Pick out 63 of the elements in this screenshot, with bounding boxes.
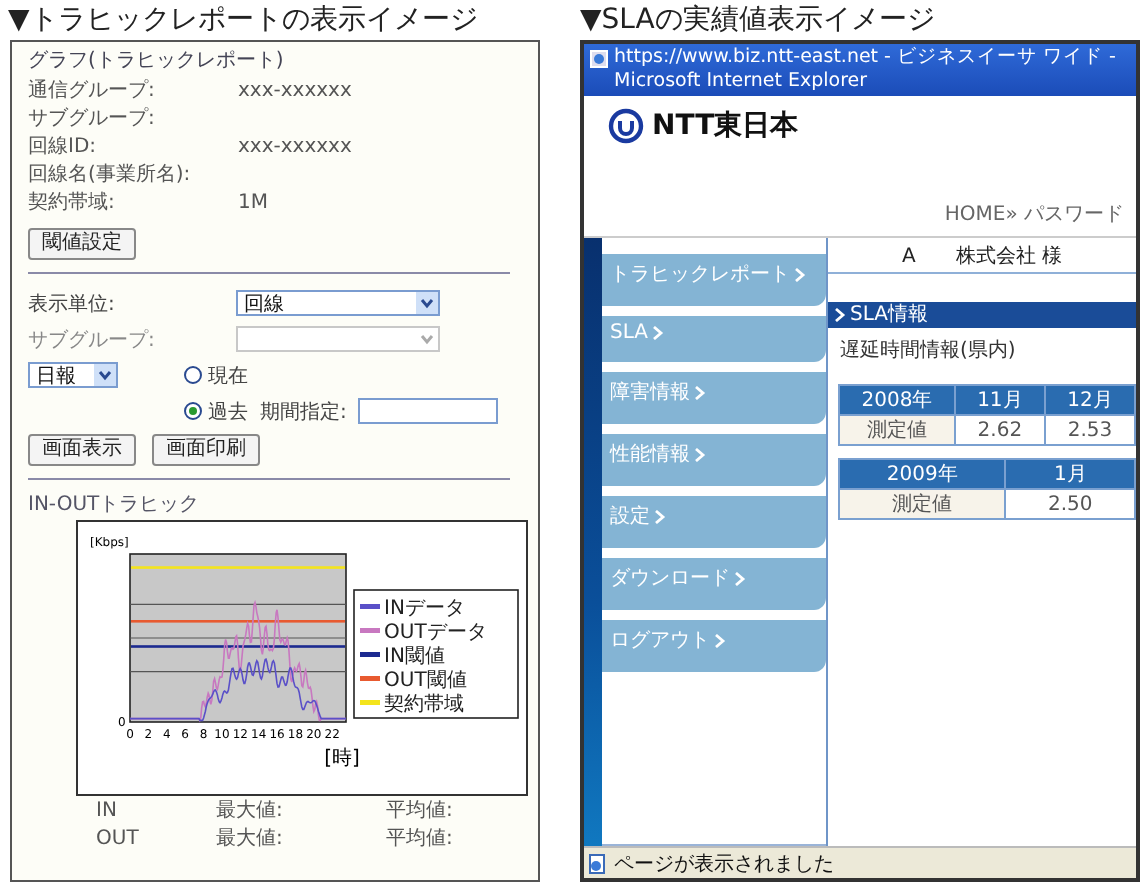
- field-value: 1M: [238, 190, 270, 216]
- chevron-icon: [654, 509, 666, 523]
- legend-label: IN閾値: [384, 646, 445, 668]
- stat-label: 平均値:: [386, 826, 455, 852]
- chevron-icon: [714, 633, 726, 647]
- stat-label: 最大値:: [216, 798, 285, 824]
- breadcrumb: HOME» パスワード: [944, 202, 1124, 228]
- section-bar: SLA情報: [828, 302, 1136, 328]
- legend-label: OUT閾値: [384, 670, 467, 692]
- chevron-icon: [734, 571, 746, 585]
- chevron-icon: [694, 447, 706, 461]
- table-header: 11月: [954, 385, 1045, 415]
- window-title: https://www.biz.ntt-east.net - ビジネスイーサ ワイド - Microsoft Internet Explorer: [584, 44, 1136, 96]
- chevron-icon: [834, 308, 846, 322]
- field-label: 回線名(事業所名):: [28, 162, 193, 188]
- table-header: 2009年: [839, 459, 1006, 489]
- field-label: 通信グループ:: [28, 78, 157, 104]
- panel-title: グラフ(トラヒックレポート): [28, 48, 284, 76]
- subheading: 遅延時間情報(県内): [838, 337, 1018, 366]
- stat-name: IN: [96, 798, 119, 824]
- date-field[interactable]: [358, 398, 499, 424]
- field-label: サブグループ:: [28, 327, 157, 353]
- logo-icon: [608, 108, 644, 144]
- field-label: 回線ID:: [28, 134, 99, 160]
- chart-title: IN-OUTトラヒック: [28, 492, 200, 518]
- status-text: ページが表示されました: [614, 851, 834, 877]
- radio-option[interactable]: 現在: [184, 361, 248, 389]
- stat-label: 平均値:: [386, 798, 455, 824]
- field-label: 期間指定:: [260, 399, 347, 425]
- axis-label: [時]: [324, 748, 360, 770]
- field-label: 契約帯域:: [28, 190, 117, 216]
- field-label: サブグループ:: [28, 106, 157, 132]
- page-icon: [588, 853, 608, 873]
- table-cell: 2.62: [954, 415, 1045, 445]
- chevron-icon: [694, 385, 706, 399]
- logo-text: NTT東日本: [652, 108, 799, 144]
- table-header: 12月: [1044, 385, 1135, 415]
- legend-label: INデータ: [384, 598, 465, 620]
- stat-name: OUT: [96, 826, 141, 852]
- chevron-icon: [652, 326, 664, 340]
- table-header: 1月: [1005, 459, 1135, 489]
- action-button[interactable]: 画面表示: [28, 434, 136, 466]
- threshold-button[interactable]: 閾値設定: [28, 228, 136, 260]
- section-heading: ▼SLAの実績値表示イメージ: [578, 2, 937, 40]
- period-select[interactable]: 日報: [28, 362, 118, 388]
- browser-icon: [590, 50, 608, 68]
- unit-select[interactable]: 回線: [236, 290, 440, 316]
- table-header: 2008年: [839, 385, 955, 415]
- table-cell: 2.50: [1005, 489, 1135, 519]
- legend-label: 契約帯域: [384, 694, 464, 716]
- action-button[interactable]: 画面印刷: [152, 434, 260, 466]
- table-cell: 測定値: [839, 489, 1006, 519]
- section-heading: ▼トラヒックレポートの表示イメージ: [6, 2, 480, 40]
- table-cell: 測定値: [839, 415, 955, 445]
- field-value: xxx-xxxxxx: [238, 78, 354, 104]
- field-label: 表示単位:: [28, 291, 117, 317]
- chevron-icon: [794, 267, 806, 281]
- stat-label: 最大値:: [216, 826, 285, 852]
- radio-option[interactable]: 過去: [184, 397, 248, 425]
- customer-name: A 株式会社 様: [828, 242, 1136, 274]
- legend-label: OUTデータ: [384, 622, 487, 644]
- table-cell: 2.53: [1044, 415, 1135, 445]
- field-value: xxx-xxxxxx: [238, 134, 354, 160]
